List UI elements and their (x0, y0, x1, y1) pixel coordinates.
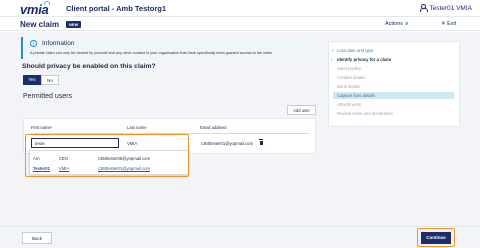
actions-menu-button[interactable]: Actions ∨ (385, 21, 409, 27)
exit-button[interactable]: ✕ Exit (441, 21, 456, 27)
claim-header: New claim NEW Actions ∨ ✕ Exit (0, 17, 480, 31)
privacy-question: Should privacy be enabled on this claim? (22, 63, 156, 70)
privacy-yes-button[interactable]: Yes (23, 75, 41, 85)
step-item[interactable]: Select policy (337, 66, 361, 71)
column-header-email: Email address (200, 125, 227, 130)
page-title: New claim (20, 20, 60, 29)
permitted-users-title: Permitted users (23, 93, 73, 100)
callout-highlight-dropdown (25, 134, 189, 177)
step-item[interactable]: Attachments (337, 102, 361, 107)
check-icon: ✓ (331, 48, 335, 53)
add-user-button[interactable]: Add user (287, 105, 316, 115)
step-item[interactable]: Review claim and declaration (337, 111, 393, 116)
delete-icon[interactable] (259, 139, 263, 145)
step-item[interactable]: Contact details (337, 75, 365, 80)
information-panel: i Information A private claim can only b… (21, 37, 305, 59)
chevron-right-icon: › (331, 57, 333, 62)
top-bar: vmia Client portal - Amb Testorg1 Tester… (0, 0, 480, 17)
column-header-first-name: First name* (31, 125, 53, 130)
step-item[interactable]: Bank details (337, 84, 360, 89)
user-menu[interactable]: Tester01 VMIA (419, 4, 472, 12)
column-header-last-name: Last name (127, 125, 147, 130)
callout-highlight-continue (417, 228, 455, 247)
email-value: c360tester01@yopmail.com (201, 141, 253, 146)
back-button[interactable]: Back (22, 232, 52, 244)
information-text: A private claim can only be viewed by yo… (30, 51, 273, 55)
logo-arc-icon (44, 1, 50, 5)
new-badge: NEW (66, 21, 82, 28)
information-title: Information (42, 40, 75, 47)
step-item[interactable]: Loss date and type (337, 48, 373, 53)
footer-top-divider (0, 226, 480, 227)
portal-title: Client portal - Amb Testorg1 (66, 4, 167, 13)
privacy-no-button[interactable]: No (41, 75, 59, 85)
info-icon: i (30, 40, 37, 47)
step-item[interactable]: Capture loss details (333, 92, 454, 99)
step-item[interactable]: Identify privacy for a claim (337, 57, 391, 62)
user-name: Tester01 VMIA (429, 4, 472, 12)
required-mark: * (50, 125, 53, 130)
user-icon (419, 4, 428, 12)
